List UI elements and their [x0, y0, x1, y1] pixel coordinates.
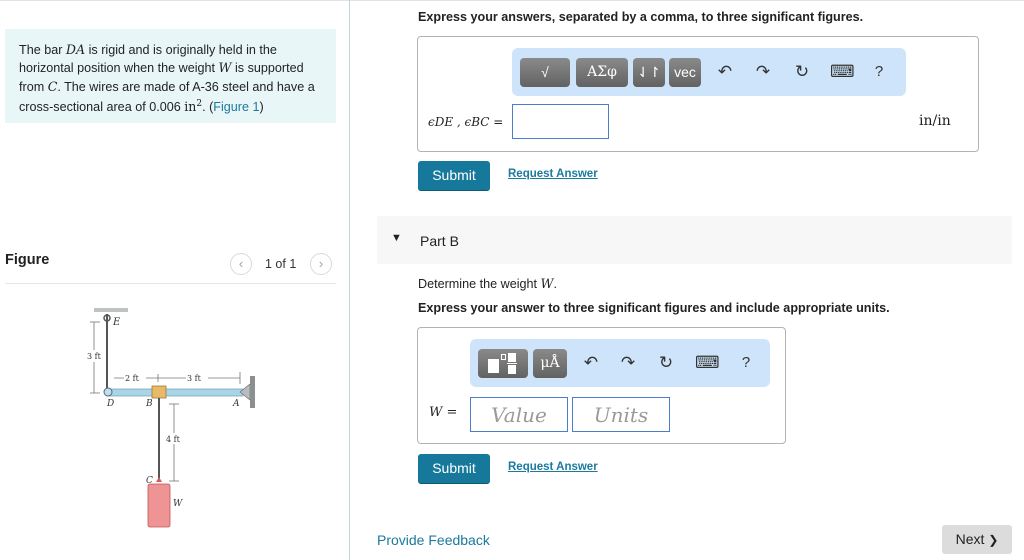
part-b-input-label: W =	[429, 405, 458, 420]
sqrt-template-icon: √	[541, 64, 549, 80]
reset-icon[interactable]: ↻	[655, 352, 677, 374]
help-icon[interactable]: ?	[735, 352, 757, 374]
next-figure-button[interactable]: ›	[310, 253, 332, 275]
label-2ft: 2 ft	[125, 374, 140, 383]
chevron-right-icon: ›	[318, 256, 324, 271]
label-b: B	[145, 399, 153, 409]
units-label: μÅ	[540, 355, 560, 371]
rigid-bar-da	[106, 388, 244, 397]
label-w: W	[173, 499, 183, 509]
keyboard-icon[interactable]: ⌨	[695, 352, 720, 374]
figure-diagram: E 3 ft D 2 ft 3 ft B A 4 ft C W	[86, 308, 255, 528]
chevron-left-icon: ‹	[238, 256, 244, 271]
connector-b	[151, 385, 167, 399]
question-text: Determine the weight	[418, 277, 541, 291]
templates-button[interactable]: √	[520, 58, 570, 87]
problem-text: )	[259, 100, 264, 115]
part-b-request-answer-link[interactable]: Request Answer	[508, 461, 598, 473]
part-a-math-toolbar: √ ΑΣφ ⇃↾ vec ↶ ↷ ↻ ⌨ ?	[512, 48, 906, 96]
ceiling-support	[94, 308, 128, 312]
help-icon[interactable]: ?	[868, 61, 890, 83]
problem-text: . The wires are made of A-36 steel and h…	[19, 79, 315, 115]
arrows-icon: ⇃↾	[637, 64, 661, 80]
next-button[interactable]: Next ❯	[942, 525, 1012, 554]
wall-a	[250, 376, 255, 408]
var-C: C	[47, 78, 58, 94]
redo-icon[interactable]: ↷	[752, 61, 774, 83]
caret-down-icon: ▼	[391, 232, 402, 244]
part-a-submit-button[interactable]: Submit	[418, 161, 490, 190]
units-input[interactable]: Units	[572, 397, 670, 432]
vector-button[interactable]: vec	[669, 58, 701, 87]
reset-icon[interactable]: ↻	[791, 61, 813, 83]
greek-label: ΑΣφ	[587, 64, 617, 80]
undo-icon[interactable]: ↶	[714, 61, 736, 83]
hook-c	[156, 477, 162, 482]
part-a-answer-box: √ ΑΣφ ⇃↾ vec ↶ ↷ ↻ ⌨ ? ϵDE , ϵBC = in/in	[417, 36, 979, 152]
previous-figure-button[interactable]: ‹	[230, 253, 252, 275]
problem-text: The bar	[19, 43, 66, 57]
part-b-header[interactable]: ▼ Part B	[377, 216, 1012, 264]
question-text: .	[553, 277, 557, 291]
part-b-title: Part B	[420, 233, 459, 249]
part-b-question: Determine the weight W.	[418, 276, 557, 291]
label-3ft-horizontal: 3 ft	[187, 374, 202, 383]
figure-link[interactable]: Figure 1	[213, 100, 259, 114]
greek-symbols-button[interactable]: ΑΣφ	[576, 58, 628, 87]
value-input[interactable]: Value	[470, 397, 568, 432]
pin-d	[103, 387, 113, 397]
label-e: E	[112, 317, 121, 328]
part-a-instruction: Express your answers, separated by a com…	[418, 10, 864, 24]
left-panel: The bar DA is rigid and is originally he…	[0, 0, 349, 560]
fraction-template-button[interactable]	[478, 349, 528, 378]
redo-icon[interactable]: ↷	[617, 352, 639, 374]
undo-icon[interactable]: ↶	[580, 352, 602, 374]
part-b-instruction: Express your answer to three significant…	[418, 301, 890, 315]
provide-feedback-link[interactable]: Provide Feedback	[377, 532, 490, 548]
part-a-input-label: ϵDE , ϵBC =	[428, 115, 504, 129]
units-button[interactable]: μÅ	[533, 349, 567, 378]
var-W: W	[540, 276, 554, 291]
label-3ft-vertical: 3 ft	[87, 352, 102, 361]
part-a-request-answer-link[interactable]: Request Answer	[508, 168, 598, 180]
weight-w	[147, 483, 171, 528]
part-a-unit: in/in	[919, 113, 951, 129]
keyboard-icon[interactable]: ⌨	[830, 61, 855, 83]
panel-divider	[349, 0, 350, 560]
arrows-button[interactable]: ⇃↾	[633, 58, 665, 87]
next-label: Next	[955, 531, 985, 547]
part-b-submit-button[interactable]: Submit	[418, 454, 490, 483]
figure-title: Figure	[5, 252, 50, 268]
figure-header: Figure ‹ 1 of 1 ›	[5, 250, 336, 284]
var-W: W	[218, 60, 232, 76]
label-4ft: 4 ft	[166, 435, 181, 444]
label-a: A	[232, 399, 240, 409]
var-DA: DA	[65, 42, 86, 57]
part-b-math-toolbar: μÅ ↶ ↷ ↻ ⌨ ?	[470, 339, 770, 387]
label-d: D	[106, 399, 114, 409]
problem-text: . (	[202, 100, 214, 115]
unit-in: in	[184, 99, 197, 115]
chevron-right-icon: ❯	[988, 533, 999, 547]
vec-label: vec	[674, 64, 696, 80]
part-b-answer-box: μÅ ↶ ↷ ↻ ⌨ ? W = Value Units	[417, 327, 786, 444]
fraction-template-icon	[486, 353, 520, 375]
part-a-answer-input[interactable]	[512, 104, 609, 139]
problem-statement: The bar DA is rigid and is originally he…	[5, 29, 336, 123]
pin-support-a	[239, 383, 251, 401]
figure-pager-count: 1 of 1	[265, 257, 297, 271]
